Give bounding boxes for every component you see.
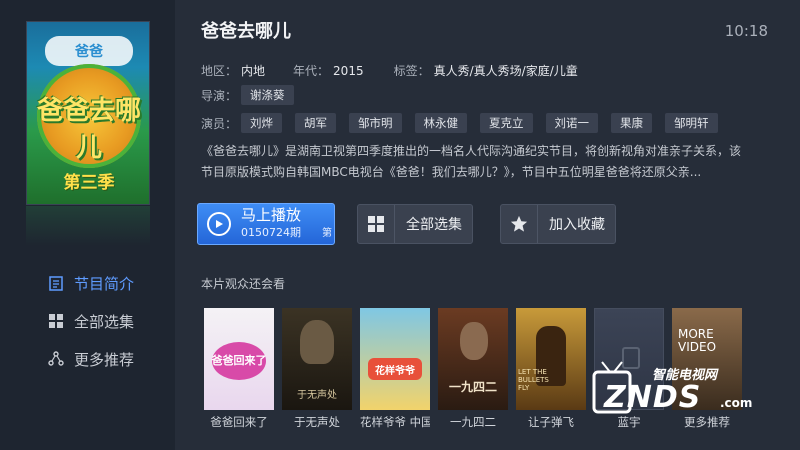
side-nav: 节目简介 全部选集 更多推荐	[48, 268, 134, 382]
meta-cast: 演员： 刘烨 胡军 邹市明 林永健 夏克立 刘诺一 果康 邹明轩	[201, 113, 731, 133]
play-episode: 0150724期	[241, 226, 301, 239]
description-line: 节目原版模式购自韩国MBC电视台《爸爸！我们去哪儿？》，节目中五位明星爸爸将还原…	[201, 165, 702, 179]
recommend-item[interactable]: 于无声处 于无声处	[282, 308, 352, 430]
year-value: 2015	[333, 63, 364, 78]
side-item-more[interactable]: 更多推荐	[48, 344, 134, 374]
recommend-caption: 于无声处	[294, 415, 340, 429]
program-description: 《爸爸去哪儿》是湖南卫视第四季度推出的一档名人代际沟通纪实节目，将创新视角对准亲…	[201, 141, 771, 183]
star-icon	[501, 205, 538, 243]
side-item-intro[interactable]: 节目简介	[48, 268, 134, 298]
thumbnail-text: 爸爸回来了	[211, 354, 267, 367]
meta-basic: 地区： 内地 年代： 2015 标签： 真人秀/真人秀场/家庭/儿童	[201, 62, 578, 79]
page-title: 爸爸去哪儿	[201, 21, 291, 42]
thumbnail-text: LET THE BULLETS FLY	[518, 368, 549, 392]
share-icon	[48, 351, 64, 367]
recommend-item[interactable]: LET THE BULLETS FLY 让子弹飞	[516, 308, 586, 430]
watermark-line3: .com	[720, 396, 753, 410]
play-icon	[207, 212, 231, 236]
region-value: 内地	[241, 64, 266, 78]
watermark-line2: ZNDS	[604, 380, 702, 415]
region-label: 地区：	[201, 64, 238, 78]
play-label-group: 马上播放 0150724期	[241, 206, 301, 242]
tags-value: 真人秀/真人秀场/家庭/儿童	[433, 64, 578, 78]
recommend-title: 本片观众还会看	[201, 277, 286, 291]
cast-tag[interactable]: 刘烨	[241, 113, 283, 133]
year-label: 年代：	[293, 64, 330, 78]
director-label: 导演：	[201, 88, 238, 103]
grid-icon	[358, 205, 395, 243]
recommend-item[interactable]: 爸爸回来了 爸爸回来了	[204, 308, 274, 430]
thumbnail: LET THE BULLETS FLY	[516, 308, 586, 410]
cast-tag[interactable]: 夏克立	[480, 113, 533, 133]
thumbnail-text: MORE VIDEO	[678, 327, 717, 354]
thumbnail-text: 一九四二	[448, 380, 497, 394]
cast-tag[interactable]: 果康	[611, 113, 653, 133]
program-poster: 爸爸 爸爸去哪儿 第三季	[26, 21, 150, 205]
poster-reflection	[26, 206, 150, 246]
recommend-item[interactable]: 花样爷爷 花样爷爷 中国	[360, 308, 430, 430]
recommend-caption: 花样爷爷 中国	[360, 415, 430, 429]
side-item-label: 全部选集	[74, 312, 135, 331]
thumbnail: 于无声处	[282, 308, 352, 410]
tags-label: 标签：	[393, 64, 430, 78]
cast-tag[interactable]: 邹市明	[349, 113, 402, 133]
recommend-caption: 爸爸回来了	[210, 415, 268, 429]
recommend-caption: 一九四二	[450, 415, 496, 429]
clock: 10:18	[724, 22, 768, 40]
description-line: 《爸爸去哪儿》是湖南卫视第四季度推出的一档名人代际沟通纪实节目，将创新视角对准亲…	[201, 144, 742, 158]
meta-director: 导演： 谢涤葵	[201, 85, 307, 105]
grid-icon	[48, 313, 64, 329]
poster-top-text: 爸爸	[75, 44, 103, 60]
side-item-label: 节目简介	[74, 274, 135, 293]
cast-label: 演员：	[201, 116, 238, 131]
all-episodes-label: 全部选集	[406, 217, 462, 233]
cast-tag[interactable]: 刘诺一	[545, 113, 599, 133]
poster-title: 爸爸去哪儿	[36, 96, 141, 163]
poster-season: 第三季	[63, 173, 115, 193]
add-favorite-button[interactable]: 加入收藏	[500, 204, 616, 244]
all-episodes-button[interactable]: 全部选集	[357, 204, 473, 244]
cast-tag[interactable]: 林永健	[414, 113, 468, 133]
recommend-item[interactable]: 一九四二 一九四二	[438, 308, 508, 430]
add-favorite-label: 加入收藏	[549, 217, 605, 233]
sidebar: 爸爸 爸爸去哪儿 第三季 节目简介 全部选集 更多推荐	[0, 0, 175, 450]
document-icon	[48, 275, 64, 291]
thumbnail-text: 于无声处	[297, 390, 337, 401]
director-tag[interactable]: 谢涤葵	[241, 85, 294, 105]
cast-tag[interactable]: 邹明轩	[665, 113, 718, 133]
side-item-episodes[interactable]: 全部选集	[48, 306, 134, 336]
cast-tag[interactable]: 胡军	[295, 113, 337, 133]
thumbnail: 花样爷爷	[360, 308, 430, 410]
play-label-edge: 第	[322, 228, 332, 239]
side-item-label: 更多推荐	[74, 350, 135, 369]
play-label: 马上播放	[241, 206, 302, 224]
play-now-button[interactable]: 马上播放 0150724期 第	[197, 203, 335, 245]
thumbnail: 爸爸回来了	[204, 308, 274, 410]
thumbnail: 一九四二	[438, 308, 508, 410]
thumbnail-text: 花样爷爷	[375, 366, 415, 377]
recommend-caption: 让子弹飞	[528, 415, 574, 429]
znds-watermark: 智能电视网 ZNDS .com	[592, 360, 772, 420]
